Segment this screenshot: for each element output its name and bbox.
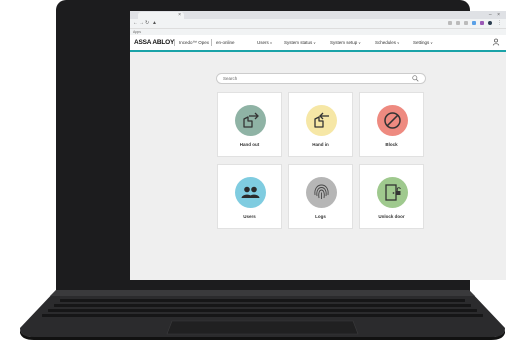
product-name: Incedo™ Opex	[179, 40, 210, 45]
tile-logs[interactable]: Logs	[288, 164, 353, 229]
laptop-base	[20, 290, 505, 340]
reload-icon[interactable]: ↻	[145, 19, 149, 28]
more-icon[interactable]: ⋮	[497, 19, 502, 28]
lock-icon: ▲	[152, 20, 157, 26]
user-account-icon[interactable]	[492, 38, 500, 46]
laptop-lid: × – × ← → ↻ ▲ ⋮ Apps ASSA ABLOY Incedo™ …	[56, 0, 506, 300]
chevron-down-icon: ∨	[269, 41, 273, 45]
extension-icon[interactable]	[472, 21, 476, 25]
screen: × – × ← → ↻ ▲ ⋮ Apps ASSA ABLOY Incedo™ …	[130, 11, 506, 280]
chevron-down-icon: ∨	[313, 41, 316, 45]
tile-label: Logs	[315, 214, 326, 219]
fingerprint-icon	[306, 177, 337, 208]
window-controls[interactable]: – ×	[489, 11, 502, 19]
bookmark-apps[interactable]: Apps	[133, 30, 141, 34]
tile-label: Hand out	[239, 142, 260, 147]
menu-label: Users	[257, 40, 269, 45]
app-header: ASSA ABLOY Incedo™ Opex en-online Users∨…	[130, 35, 506, 52]
close-tab-icon[interactable]: ×	[178, 12, 181, 19]
browser-tabstrip: × – ×	[130, 11, 506, 19]
tile-block[interactable]: Block	[359, 92, 424, 157]
menu-system-setup[interactable]: System setup∨	[330, 35, 361, 51]
chevron-down-icon: ∨	[397, 41, 400, 45]
unlock-door-icon	[377, 177, 408, 208]
menu-label: Schedules	[375, 40, 397, 45]
search-placeholder: Search	[223, 76, 238, 81]
tile-hand-out[interactable]: Hand out	[217, 92, 282, 157]
tile-unlock-door[interactable]: Unlock door	[359, 164, 424, 229]
back-icon[interactable]: ←	[133, 19, 138, 28]
menu-users[interactable]: Users∨	[257, 35, 272, 51]
forward-icon[interactable]: →	[139, 19, 144, 28]
divider	[174, 39, 175, 46]
tile-label: Block	[385, 142, 398, 147]
brand-logo[interactable]: ASSA ABLOY	[134, 35, 174, 50]
tile-users[interactable]: Users	[217, 164, 282, 229]
chevron-down-icon: ∨	[358, 41, 361, 45]
users-icon	[235, 177, 266, 208]
menu-label: System status	[284, 40, 313, 45]
search-icon[interactable]	[412, 75, 419, 82]
extension-icon[interactable]	[480, 21, 484, 25]
menu-label: System setup	[330, 40, 358, 45]
menu-schedules[interactable]: Schedules∨	[375, 35, 400, 51]
menu-label: Settings	[413, 40, 430, 45]
chevron-down-icon: ∨	[430, 41, 433, 45]
tile-hand-in[interactable]: Hand in	[288, 92, 353, 157]
address-bar: ← → ↻ ▲ ⋮	[130, 19, 506, 29]
extension-icon[interactable]	[456, 21, 460, 25]
divider	[211, 39, 212, 46]
instance-name: en-online	[216, 40, 235, 45]
bookmark-star-icon[interactable]	[448, 21, 452, 25]
browser-tab[interactable]: ×	[138, 12, 184, 19]
tile-label: Hand in	[312, 142, 329, 147]
extension-icon[interactable]	[464, 21, 468, 25]
profile-icon[interactable]	[488, 21, 492, 25]
hand-in-icon	[306, 105, 337, 136]
hand-out-icon	[235, 105, 266, 136]
search-input[interactable]: Search	[216, 73, 426, 84]
tile-label: Unlock door	[378, 214, 405, 219]
tile-label: Users	[243, 214, 256, 219]
menu-settings[interactable]: Settings∨	[413, 35, 433, 51]
menu-system-status[interactable]: System status∨	[284, 35, 316, 51]
block-icon	[377, 105, 408, 136]
